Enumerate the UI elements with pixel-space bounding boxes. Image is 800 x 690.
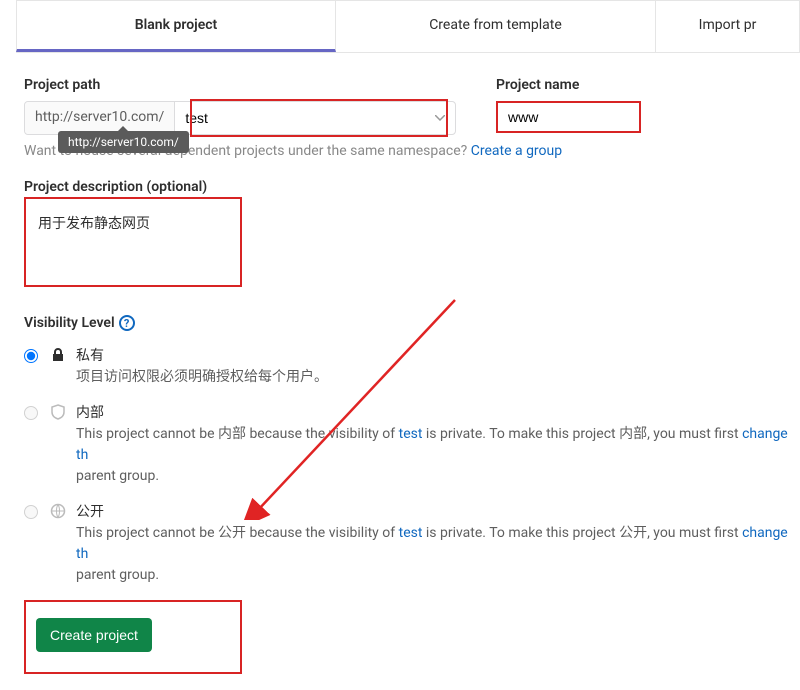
annotation-button-highlight: Create project [24,600,242,674]
radio-internal [24,406,38,420]
radio-public [24,505,38,519]
visibility-option-public[interactable]: 公开 This project cannot be 公开 because the… [24,501,792,586]
visibility-internal-desc: This project cannot be 内部 because the vi… [76,424,792,487]
project-description-label: Project description (optional) [24,179,792,195]
namespace-dropdown-caret[interactable] [425,102,455,134]
radio-private[interactable] [24,349,38,363]
path-tooltip: http://server10.com/ [58,131,189,153]
create-group-link[interactable]: Create a group [471,143,562,159]
visibility-option-internal[interactable]: 内部 This project cannot be 内部 because the… [24,402,792,487]
tab-create-from-template[interactable]: Create from template [336,0,656,52]
help-icon[interactable]: ? [119,315,135,331]
link-test-group[interactable]: test [399,525,423,541]
link-test-group[interactable]: test [399,426,423,442]
project-name-input[interactable] [496,101,641,133]
visibility-private-desc: 项目访问权限必须明确授权给每个用户。 [76,367,792,388]
tab-blank-project[interactable]: Blank project [16,0,336,52]
chevron-down-icon [435,115,445,121]
visibility-level-label: Visibility Level ? [24,315,792,331]
tabs: Blank project Create from template Impor… [16,0,800,53]
visibility-private-title: 私有 [76,345,792,365]
lock-icon [50,347,68,367]
globe-icon [50,503,68,523]
namespace-input[interactable] [175,102,425,134]
create-project-button[interactable]: Create project [36,618,152,652]
tab-import-project[interactable]: Import pr [656,0,800,52]
project-path-group: http://server10.com/ [24,101,456,135]
project-name-label: Project name [496,77,792,93]
project-description-input[interactable]: 用于发布静态网页 [24,197,242,287]
project-path-label: Project path [24,77,456,93]
path-prefix: http://server10.com/ [25,102,175,134]
visibility-public-desc: This project cannot be 公开 because the vi… [76,523,792,586]
visibility-internal-title: 内部 [76,402,792,422]
visibility-public-title: 公开 [76,501,792,521]
visibility-option-private[interactable]: 私有 项目访问权限必须明确授权给每个用户。 [24,345,792,388]
shield-icon [50,404,68,424]
